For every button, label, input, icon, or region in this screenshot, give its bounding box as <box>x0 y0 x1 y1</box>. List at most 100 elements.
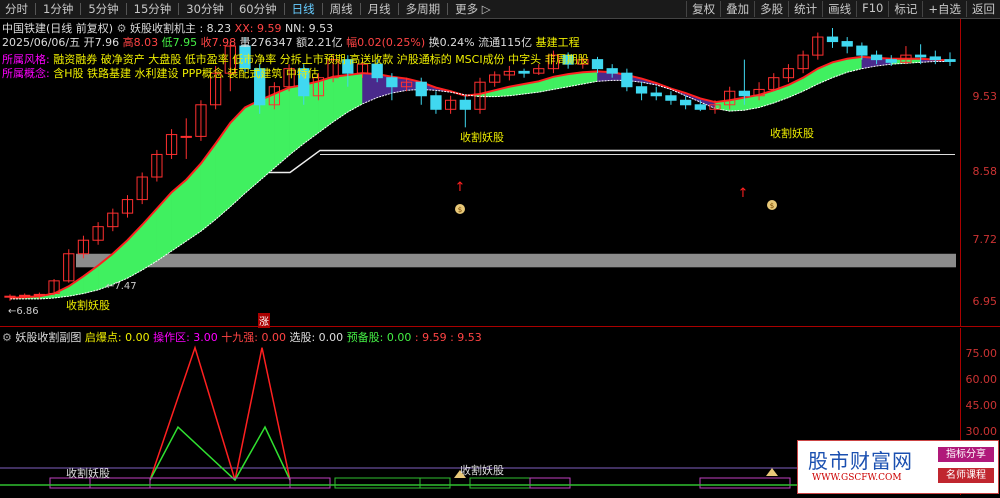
candle-body <box>665 95 677 101</box>
candle-body <box>929 56 941 61</box>
toolbar-action-8[interactable]: 返回 <box>966 1 1000 17</box>
candle <box>63 249 75 283</box>
toolbar-action-5[interactable]: F10 <box>856 1 888 17</box>
harvest-label-2: 收割妖股 <box>460 131 504 144</box>
candle <box>151 149 163 182</box>
ribbon-segment <box>156 191 172 262</box>
candle <box>797 50 809 74</box>
candle <box>165 129 178 159</box>
candle-body <box>679 99 692 106</box>
toolbar-action-2[interactable]: 多股 <box>754 1 788 17</box>
high-value: 高8.03 <box>122 36 159 49</box>
period-tab-8[interactable]: 月线 <box>363 1 396 17</box>
period-tab-3[interactable]: 15分钟 <box>129 1 177 17</box>
candle <box>826 28 839 48</box>
candle-body <box>650 92 662 97</box>
toolbar-action-0[interactable]: 复权 <box>686 1 720 17</box>
period-tab-0[interactable]: 分时 <box>0 1 33 17</box>
candle-body <box>591 59 604 70</box>
money-bag-icon: $ <box>767 200 777 210</box>
turnover-value: 换0.24% <box>428 36 475 49</box>
period-tab-1[interactable]: 1分钟 <box>38 1 78 17</box>
candle <box>386 73 398 101</box>
sub-field-1: 启爆点: 0.00 <box>84 331 150 344</box>
change-value: 幅0.02(0.25%) <box>346 36 426 49</box>
candle-body <box>694 104 706 110</box>
period-tab-9[interactable]: 多周期 <box>401 1 446 17</box>
candle-body <box>19 294 31 297</box>
candle <box>650 86 662 101</box>
toolbar-separator <box>35 3 36 15</box>
sub-settings-icon[interactable]: ⚙ <box>2 331 12 344</box>
ribbon-segment <box>230 106 246 208</box>
toolbar-action-1[interactable]: 叠加 <box>720 1 754 17</box>
price-tick-label: 9.53 <box>972 90 998 103</box>
bar-date: 2025/06/06/五 <box>2 36 81 49</box>
ribbon-segment <box>68 275 84 297</box>
sub-indicator-name[interactable]: 妖股收割副图 <box>15 331 81 344</box>
signal-box <box>149 477 291 489</box>
candle-body <box>459 99 471 110</box>
candle-body <box>180 135 192 138</box>
candle <box>195 100 207 141</box>
money-bag-symbol: $ <box>458 206 462 214</box>
price-tick-label: 7.72 <box>972 233 998 246</box>
sub-harvest-label-2: 收割妖股 <box>460 464 504 477</box>
sub-tick-label: 60.00 <box>965 373 998 386</box>
signal-box <box>334 477 421 489</box>
candle-body <box>944 59 956 62</box>
sub-field-4: 选股: 0.00 <box>289 331 344 344</box>
period-tab-10[interactable]: 更多 ▷ <box>450 1 496 17</box>
toolbar-action-3[interactable]: 统计 <box>788 1 822 17</box>
period-tab-7[interactable]: 周线 <box>325 1 358 17</box>
period-tab-5[interactable]: 60分钟 <box>234 1 282 17</box>
concept-text: 含H股 铁路基建 水利建设 PPP概念 装配式建筑 中特估 <box>53 67 319 80</box>
candle <box>782 64 795 83</box>
low-price-value: 6.86 <box>16 306 39 317</box>
price-tick-label: 8.58 <box>972 165 998 178</box>
candle <box>180 118 192 159</box>
mid-price-label: ←7.47 <box>106 281 137 292</box>
sub-field-3: 十九强: 0.00 <box>221 331 286 344</box>
harvest-label-3: 收割妖股 <box>770 127 814 140</box>
candle-body <box>606 68 618 74</box>
candle <box>665 91 677 105</box>
candle-body <box>826 36 839 43</box>
toolbar-action-4[interactable]: 画线 <box>822 1 856 17</box>
period-tab-2[interactable]: 5分钟 <box>83 1 123 17</box>
ribbon-segment <box>186 162 202 242</box>
candle <box>503 65 516 81</box>
candle <box>459 95 471 128</box>
period-tab-6[interactable]: 日线 <box>287 1 320 17</box>
concept-label: 所属概念: <box>2 67 50 80</box>
candle <box>121 195 134 218</box>
ribbon-segment <box>244 99 260 194</box>
harvest-label-1: 收割妖股 <box>66 299 110 312</box>
signal-box <box>419 477 451 489</box>
candle <box>415 77 427 105</box>
candle <box>518 68 530 78</box>
ribbon-segment <box>274 87 290 169</box>
candle-body <box>4 295 16 298</box>
candle <box>635 82 648 101</box>
money-bag-icon: $ <box>455 204 465 214</box>
sub-harvest-label-1: 收割妖股 <box>66 467 110 480</box>
candle <box>621 68 633 92</box>
main-price-axis: 9.53 8.58 7.72 6.95 <box>960 19 1000 326</box>
candle <box>107 208 119 232</box>
period-tab-4[interactable]: 30分钟 <box>181 1 229 17</box>
watermark-tag-2: 名师课程 <box>938 468 994 483</box>
sub-field-6: : 9.59 <box>414 331 447 344</box>
toolbar-separator <box>359 3 361 15</box>
watermark-tag-1: 指标分享 <box>938 447 994 462</box>
ribbon-segment <box>318 76 334 134</box>
sub-tick-label: 45.00 <box>965 399 998 412</box>
toolbar-action-6[interactable]: 标记 <box>888 1 922 17</box>
toolbar-separator <box>80 3 82 15</box>
volume-value: 量276347 <box>239 36 293 49</box>
candle <box>444 95 457 114</box>
concept-line: 所属概念: 含H股 铁路基建 水利建设 PPP概念 装配式建筑 中特估 <box>2 65 319 81</box>
toolbar-action-7[interactable]: +自选 <box>922 1 966 17</box>
candle <box>489 71 501 87</box>
ribbon-segment <box>200 142 216 232</box>
